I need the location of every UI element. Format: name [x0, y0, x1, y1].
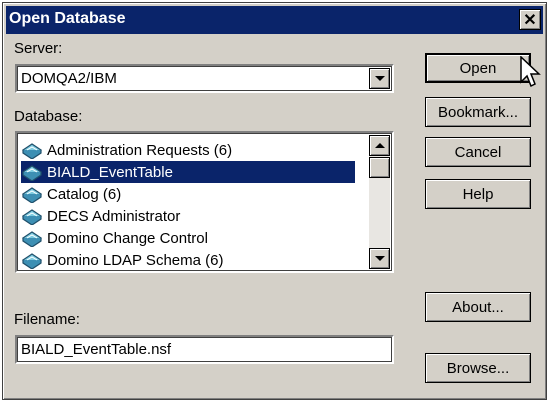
database-item-label: Administration Requests (6) [47, 141, 233, 159]
server-label: Server: [14, 40, 63, 57]
database-list[interactable]: Administration Requests (6) BIALD_EventTa… [15, 131, 394, 273]
scroll-thumb[interactable] [369, 157, 390, 178]
database-list-item[interactable]: BIALD_EventTable [21, 161, 355, 183]
bookmark-button[interactable]: Bookmark... [425, 97, 531, 127]
chevron-down-icon [374, 76, 385, 81]
arrow-down-icon [374, 256, 385, 261]
close-icon: ✕ [523, 11, 537, 29]
server-dropdown-button[interactable] [369, 68, 390, 89]
database-list-item[interactable]: Domino Change Control [21, 227, 355, 249]
cancel-button[interactable]: Cancel [425, 137, 531, 167]
database-book-icon [21, 165, 43, 181]
scroll-down-button[interactable] [369, 248, 390, 269]
database-item-label: BIALD_EventTable [47, 163, 173, 181]
database-book-icon [21, 143, 43, 159]
scroll-up-button[interactable] [369, 135, 390, 156]
browse-button[interactable]: Browse... [425, 353, 531, 383]
database-book-icon [21, 209, 43, 225]
database-item-label: Catalog (6) [47, 185, 122, 203]
server-combo[interactable]: DOMQA2/IBM [15, 64, 394, 93]
arrow-up-icon [374, 143, 385, 148]
server-value: DOMQA2/IBM [21, 70, 117, 87]
about-button[interactable]: About... [425, 292, 531, 322]
filename-input[interactable]: BIALD_EventTable.nsf [15, 335, 394, 364]
database-item-label: Domino Change Control [47, 229, 208, 247]
database-list-item[interactable]: Administration Requests (6) [21, 139, 355, 161]
database-list-item[interactable]: DECS Administrator [21, 205, 355, 227]
database-item-label: DECS Administrator [47, 207, 181, 225]
dialog-title: Open Database [9, 10, 126, 27]
database-list-item[interactable]: Catalog (6) [21, 183, 355, 205]
database-item-label: Domino LDAP Schema (6) [47, 251, 224, 269]
close-button[interactable]: ✕ [519, 9, 541, 30]
title-bar[interactable]: Open Database ✕ [6, 6, 543, 34]
open-button[interactable]: Open [425, 53, 531, 83]
database-scrollbar[interactable] [369, 135, 390, 269]
database-book-icon [21, 187, 43, 203]
database-book-icon [21, 253, 43, 269]
filename-value: BIALD_EventTable.nsf [21, 341, 172, 358]
database-book-icon [21, 231, 43, 247]
open-database-dialog: Open Database ✕ Server: DOMQA2/IBM Datab… [2, 2, 547, 400]
database-list-item[interactable]: Domino LDAP Schema (6) [21, 249, 355, 271]
help-button[interactable]: Help [425, 179, 531, 209]
database-label: Database: [14, 108, 83, 125]
mouse-pointer-icon [520, 56, 541, 88]
filename-label: Filename: [14, 311, 80, 328]
